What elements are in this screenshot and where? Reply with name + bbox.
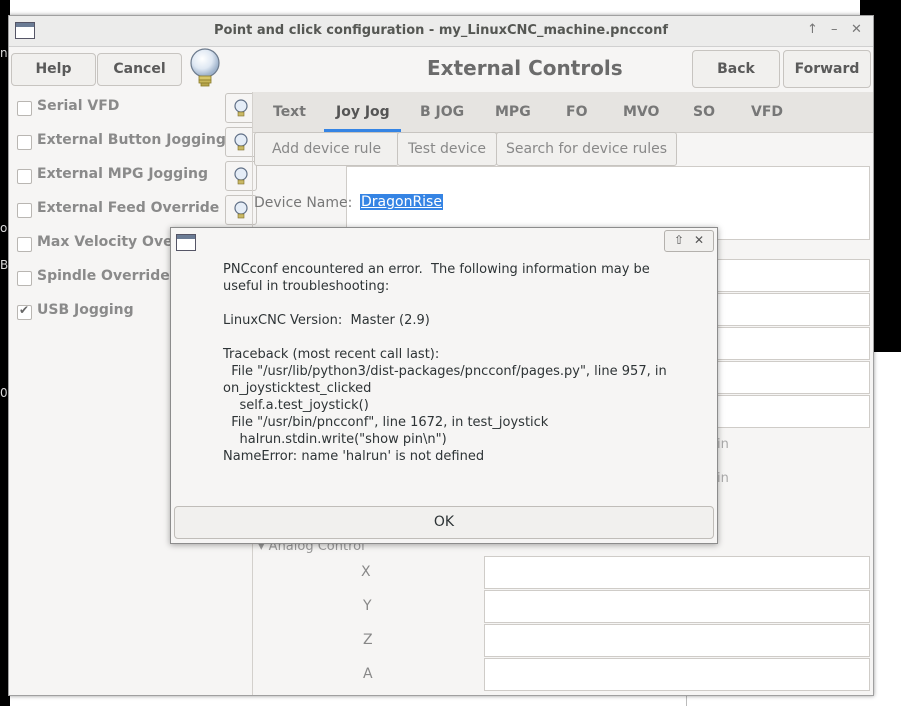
checkbox[interactable]	[17, 101, 32, 116]
sidebar-item-spindle-override[interactable]: Spindle Override	[17, 265, 177, 295]
sidebar-item-external-mpg-jogging[interactable]: External MPG Jogging	[17, 161, 257, 193]
error-message: PNCconf encountered an error. The follow…	[223, 262, 667, 464]
field[interactable]	[709, 259, 870, 292]
maximize-icon[interactable]: ↑	[807, 22, 818, 37]
sidebar-item-serial-vfd[interactable]: Serial VFD	[17, 93, 257, 125]
analog-x-field[interactable]	[484, 556, 870, 589]
sidebar-item-label: External Feed Override	[37, 200, 220, 216]
axis-label-x: X	[361, 564, 371, 580]
axis-label-z: Z	[363, 632, 373, 648]
ok-button[interactable]: OK	[174, 506, 714, 539]
sidebar-item-label: Serial VFD	[37, 98, 120, 114]
tab-text[interactable]: Text	[273, 104, 306, 120]
error-dialog: ⇧ ✕ PNCconf encountered an error. The fo…	[170, 227, 718, 544]
sidebar-item-label: Max Velocity Override	[37, 234, 177, 250]
device-name-label: Device Name:	[254, 195, 353, 211]
tab-b-jog[interactable]: B JOG	[420, 104, 464, 120]
analog-y-field[interactable]	[484, 590, 870, 623]
sidebar-item-usb-jogging[interactable]: USB Jogging	[17, 299, 177, 329]
tab-mvo[interactable]: MVO	[623, 104, 659, 120]
sidebar-item-external-feed-override[interactable]: External Feed Override	[17, 195, 257, 227]
title-bar[interactable]: Point and click configuration - my_Linux…	[9, 16, 873, 47]
tab-so[interactable]: SO	[693, 104, 715, 120]
close-icon[interactable]: ✕	[694, 233, 704, 247]
analog-a-field[interactable]	[484, 658, 870, 691]
sidebar-item-label: External Button Jogging	[37, 132, 226, 148]
field[interactable]	[709, 293, 870, 326]
sidebar-item-max-velocity-override[interactable]: Max Velocity Override	[17, 231, 177, 261]
field[interactable]	[709, 395, 870, 428]
window-icon	[176, 234, 196, 251]
sidebar-item-label: External MPG Jogging	[37, 166, 208, 182]
bg-fragment: B	[0, 258, 9, 272]
tab-vfd[interactable]: VFD	[751, 104, 783, 120]
sidebar-item-label: Spindle Override	[37, 268, 170, 284]
test-device-button[interactable]: Test device	[397, 132, 497, 166]
analog-z-field[interactable]	[484, 624, 870, 657]
tab-fo[interactable]: FO	[566, 104, 587, 120]
tab-mpg[interactable]: MPG	[495, 104, 531, 120]
axis-label-a: A	[363, 666, 373, 682]
checkbox[interactable]	[17, 271, 32, 286]
search-device-rules-button[interactable]: Search for device rules	[496, 132, 677, 166]
device-name-value[interactable]: DragonRise	[360, 194, 443, 210]
checkbox[interactable]	[17, 135, 32, 150]
add-device-rule-button[interactable]: Add device rule	[254, 132, 399, 166]
sidebar-item-label: USB Jogging	[37, 302, 134, 318]
tab-joy-jog[interactable]: Joy Jog	[336, 104, 390, 120]
minimize-icon[interactable]: –	[831, 22, 838, 37]
partial-label: in	[717, 471, 729, 486]
page-title: External Controls	[427, 56, 623, 80]
forward-button[interactable]: Forward	[783, 50, 871, 88]
sidebar-item-external-button-jogging[interactable]: External Button Jogging	[17, 127, 257, 159]
back-button[interactable]: Back	[692, 50, 780, 88]
field[interactable]	[709, 327, 870, 360]
checkbox[interactable]	[17, 203, 32, 218]
checkbox[interactable]	[17, 237, 32, 252]
cancel-button[interactable]: Cancel	[97, 53, 182, 86]
partial-label: in	[717, 437, 729, 452]
close-icon[interactable]: ✕	[851, 22, 862, 37]
maximize-icon[interactable]: ⇧	[674, 233, 684, 247]
checkbox-checked[interactable]	[17, 303, 32, 320]
field[interactable]	[709, 361, 870, 394]
window-title: Point and click configuration - my_Linux…	[213, 23, 669, 38]
help-button[interactable]: Help	[11, 53, 96, 86]
checkbox[interactable]	[17, 169, 32, 184]
lightbulb-icon	[190, 48, 220, 87]
dialog-controls: ⇧ ✕	[664, 230, 714, 252]
tab-bar: Text Joy Jog B JOG MPG FO MVO SO VFD	[253, 92, 873, 133]
axis-label-y: Y	[363, 598, 372, 614]
